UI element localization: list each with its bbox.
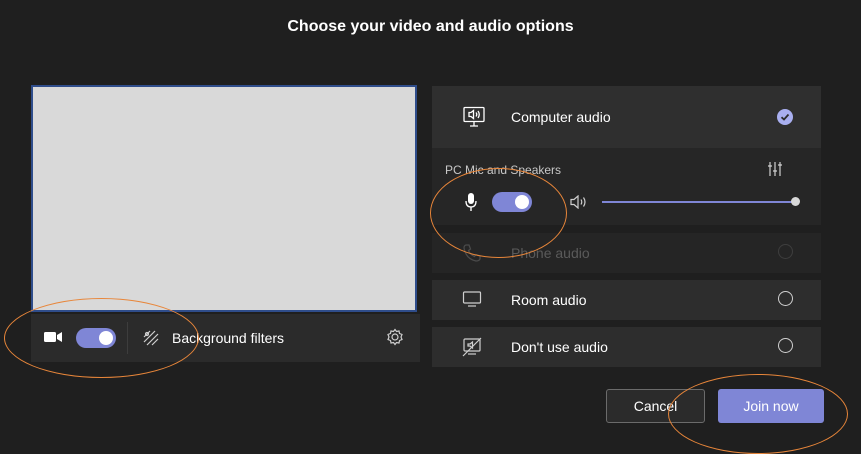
- video-preview: [31, 85, 417, 312]
- no-audio-radio[interactable]: [778, 338, 793, 353]
- speaker-icon: [570, 194, 590, 214]
- phone-icon: [462, 243, 482, 268]
- page-title: Choose your video and audio options: [287, 18, 574, 35]
- volume-slider-track[interactable]: [602, 201, 794, 203]
- device-label: PC Mic and Speakers: [445, 163, 562, 177]
- video-controls-bar: Background filters: [31, 314, 420, 362]
- no-audio-label: Don't use audio: [511, 339, 608, 355]
- equalizer-icon[interactable]: [767, 161, 783, 182]
- computer-audio-option[interactable]: Computer audio: [432, 86, 821, 148]
- volume-slider-thumb[interactable]: [791, 197, 800, 206]
- room-audio-option[interactable]: Room audio: [432, 280, 821, 320]
- checkmark-icon: [777, 109, 793, 125]
- no-audio-option[interactable]: Don't use audio: [432, 327, 821, 367]
- room-audio-icon: [462, 290, 482, 313]
- phone-audio-radio: [778, 244, 793, 259]
- device-settings-panel: PC Mic and Speakers: [432, 148, 821, 225]
- no-audio-icon: [462, 337, 482, 362]
- toggle-knob: [515, 195, 529, 209]
- pre-join-dialog: Choose your video and audio options Back…: [0, 0, 861, 454]
- toggle-knob: [99, 331, 113, 345]
- microphone-toggle[interactable]: [492, 192, 532, 212]
- room-audio-label: Room audio: [511, 292, 587, 308]
- phone-audio-label: Phone audio: [511, 245, 590, 261]
- divider: [127, 322, 128, 354]
- background-filters-label[interactable]: Background filters: [172, 330, 284, 346]
- camera-toggle[interactable]: [76, 328, 116, 348]
- join-now-button[interactable]: Join now: [718, 389, 824, 423]
- cancel-button[interactable]: Cancel: [606, 389, 705, 423]
- gear-icon[interactable]: [386, 328, 404, 351]
- computer-audio-label: Computer audio: [511, 109, 611, 125]
- microphone-icon: [465, 193, 477, 216]
- background-filters-icon[interactable]: [142, 329, 160, 352]
- room-audio-radio[interactable]: [778, 291, 793, 306]
- computer-audio-icon: [462, 106, 486, 133]
- camera-icon: [44, 330, 64, 349]
- phone-audio-option: Phone audio: [432, 233, 821, 273]
